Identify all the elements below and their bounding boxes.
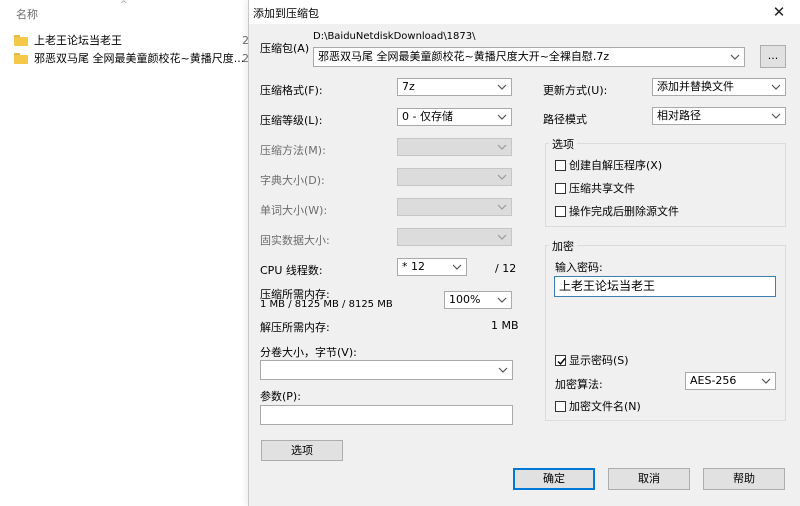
folder-icon	[14, 34, 28, 46]
show-password-label: 显示密码(S)	[569, 354, 629, 367]
chevron-down-icon	[497, 233, 507, 241]
mem-percent-select[interactable]: 100%	[444, 291, 512, 309]
help-button[interactable]: 帮助	[703, 468, 785, 490]
archive-name-value: 邪恶双马尾 全网最美童颜校花~黄播尺度大开~全裸自慰.7z	[318, 50, 610, 63]
file-explorer: ^ 名称 上老王论坛当老王 2 邪恶双马尾 全网最美童颜校花~黄播尺度... 2	[0, 0, 249, 506]
sfx-checkbox[interactable]: 创建自解压程序(X)	[555, 157, 662, 173]
format-value: 7z	[402, 80, 415, 93]
path-mode-select[interactable]: 相对路径	[652, 107, 786, 125]
chevron-down-icon	[761, 377, 771, 385]
encrypt-names-checkbox[interactable]: 加密文件名(N)	[555, 398, 641, 414]
file-name: 邪恶双马尾 全网最美童颜校花~黄播尺度...	[34, 52, 245, 65]
chevron-down-icon	[771, 112, 781, 120]
file-name: 上老王论坛当老王	[34, 34, 122, 47]
threads-value: * 12	[402, 260, 425, 273]
folder-icon	[14, 52, 28, 64]
solid-size-label: 固实数据大小:	[260, 234, 330, 247]
encryption-method-select[interactable]: AES-256	[685, 372, 776, 390]
archive-path: D:\BaiduNetdiskDownload\1873\	[313, 31, 476, 42]
cancel-button[interactable]: 取消	[608, 468, 690, 490]
sort-indicator-icon: ^	[120, 0, 128, 10]
password-label: 输入密码:	[555, 261, 603, 274]
checkmark-icon	[557, 357, 566, 365]
method-select	[397, 138, 512, 156]
delete-after-label: 操作完成后删除源文件	[569, 205, 679, 218]
delete-after-checkbox[interactable]: 操作完成后删除源文件	[555, 203, 679, 219]
show-password-checkbox[interactable]: 显示密码(S)	[555, 352, 629, 368]
level-select[interactable]: 0 - 仅存储	[397, 108, 512, 126]
password-input[interactable]: 上老王论坛当老王	[554, 276, 776, 297]
volume-size-combo[interactable]	[260, 360, 513, 380]
path-mode-value: 相对路径	[657, 109, 701, 122]
close-icon: ✕	[772, 3, 786, 21]
volume-label: 分卷大小，字节(V):	[260, 346, 357, 359]
checkbox-box	[555, 182, 566, 194]
chevron-down-icon	[452, 263, 462, 271]
dialog-titlebar[interactable]: 添加到压缩包 ✕	[249, 0, 800, 24]
archive-label: 压缩包(A)	[260, 42, 310, 55]
ok-button[interactable]: 确定	[513, 468, 595, 490]
mem-percent-value: 100%	[449, 293, 481, 306]
chevron-down-icon	[498, 366, 508, 374]
checkbox-box	[555, 159, 566, 171]
column-header-name[interactable]: 名称	[16, 6, 38, 22]
chevron-down-icon	[497, 296, 507, 304]
add-to-archive-dialog: 添加到压缩包 ✕ 压缩包(A) D:\BaiduNetdiskDownload\…	[248, 0, 800, 506]
params-label: 参数(P):	[260, 390, 301, 403]
path-mode-label: 路径模式	[543, 113, 587, 126]
level-value: 0 - 仅存储	[402, 110, 453, 123]
chevron-down-icon	[497, 83, 507, 91]
dict-size-select	[397, 168, 512, 186]
chevron-down-icon	[730, 53, 740, 61]
file-list-item[interactable]: 上老王论坛当老王	[14, 31, 122, 49]
word-size-label: 单词大小(W):	[260, 204, 328, 217]
format-select[interactable]: 7z	[397, 78, 512, 96]
encryption-method-label: 加密算法:	[555, 378, 603, 391]
shared-files-label: 压缩共享文件	[569, 182, 635, 195]
chevron-down-icon	[497, 143, 507, 151]
chevron-down-icon	[497, 113, 507, 121]
threads-label: CPU 线程数:	[260, 264, 323, 277]
encryption-method-value: AES-256	[690, 374, 737, 387]
archive-name-combo[interactable]: 邪恶双马尾 全网最美童颜校花~黄播尺度大开~全裸自慰.7z	[313, 47, 745, 67]
checkbox-box	[555, 354, 566, 366]
checkbox-box	[555, 400, 566, 412]
encryption-group-title: 加密	[549, 238, 577, 254]
level-label: 压缩等级(L):	[260, 114, 323, 127]
options-group-title: 选项	[549, 136, 577, 152]
threads-select[interactable]: * 12	[397, 258, 467, 276]
method-label: 压缩方法(M):	[260, 144, 326, 157]
file-list-item[interactable]: 邪恶双马尾 全网最美童颜校花~黄播尺度...	[14, 49, 244, 67]
mem-decompress-label: 解压所需内存:	[260, 321, 330, 334]
params-input[interactable]	[260, 405, 513, 425]
browse-button[interactable]: ...	[760, 45, 786, 68]
solid-size-select	[397, 228, 512, 246]
mem-compress-detail: 1 MB / 8125 MB / 8125 MB	[260, 299, 393, 310]
chevron-down-icon	[497, 173, 507, 181]
chevron-down-icon	[771, 83, 781, 91]
update-mode-label: 更新方式(U):	[543, 84, 608, 97]
mem-decompress-value: 1 MB	[491, 319, 519, 332]
chevron-down-icon	[497, 203, 507, 211]
shared-files-checkbox[interactable]: 压缩共享文件	[555, 180, 635, 196]
update-mode-select[interactable]: 添加并替换文件	[652, 78, 786, 96]
encrypt-names-label: 加密文件名(N)	[569, 400, 641, 413]
checkbox-box	[555, 205, 566, 217]
update-mode-value: 添加并替换文件	[657, 80, 734, 93]
dict-size-label: 字典大小(D):	[260, 174, 325, 187]
word-size-select	[397, 198, 512, 216]
format-label: 压缩格式(F):	[260, 84, 323, 97]
close-button[interactable]: ✕	[769, 2, 789, 22]
options-button[interactable]: 选项	[261, 440, 343, 461]
sfx-label: 创建自解压程序(X)	[569, 159, 663, 172]
threads-total: / 12	[495, 262, 517, 275]
dialog-title: 添加到压缩包	[253, 7, 319, 20]
